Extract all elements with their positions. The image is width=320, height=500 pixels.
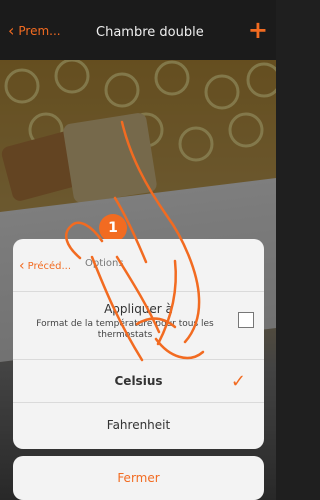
option-celsius[interactable]: Celsius ✓ [13, 360, 264, 403]
top-navigation-bar: ‹ Prem... Chambre double + [0, 0, 276, 60]
apply-description: Format de la température pour tous les t… [36, 319, 214, 340]
apply-to-all-checkbox[interactable] [238, 312, 254, 328]
chevron-left-icon: ‹ [8, 21, 15, 40]
add-icon[interactable]: + [248, 16, 268, 44]
apply-heading: Appliquer à [104, 302, 173, 316]
close-button[interactable]: Fermer [13, 456, 264, 500]
temperature-unit-dialog: ‹ Précéd... Options Appliquer à Format d… [13, 239, 264, 449]
back-button[interactable]: ‹ Prem... [8, 21, 61, 40]
checkmark-icon: ✓ [230, 371, 246, 392]
step-marker: 1 [99, 214, 127, 242]
dialog-title: Options [85, 258, 124, 269]
back-label: Prem... [18, 24, 61, 38]
apply-to-all-row: Appliquer à Format de la température pou… [13, 292, 264, 360]
dialog-header: ‹ Précéd... Options [13, 239, 264, 292]
close-label: Fermer [117, 471, 160, 485]
option-label: Celsius [114, 374, 163, 388]
dialog-back-button[interactable]: ‹ Précéd... [19, 258, 71, 274]
option-label: Fahrenheit [106, 417, 171, 432]
option-fahrenheit[interactable]: Fahrenheit [13, 403, 264, 446]
chevron-left-icon: ‹ [19, 258, 25, 274]
dialog-back-label: Précéd... [27, 260, 72, 272]
page-title: Chambre double [96, 25, 204, 40]
